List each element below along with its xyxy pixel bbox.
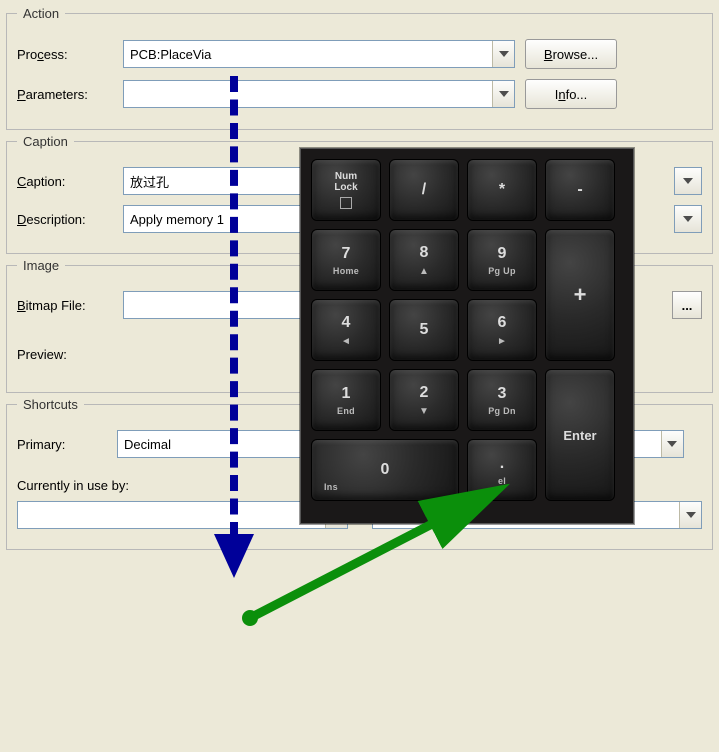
parameters-input[interactable] <box>124 81 492 107</box>
key-numlock: Num Lock <box>311 159 381 221</box>
process-label: Process: <box>17 47 123 62</box>
key-2: 2▼ <box>389 369 459 431</box>
bitmap-input[interactable] <box>124 292 312 318</box>
key-plus: + <box>545 229 615 361</box>
parameters-label: Parameters: <box>17 87 123 102</box>
key-8: 8▲ <box>389 229 459 291</box>
primary-combo[interactable] <box>117 430 329 458</box>
key-7: 7Home <box>311 229 381 291</box>
primary-label: Primary: <box>17 437 117 452</box>
caption-label: Caption: <box>17 174 123 189</box>
key-5: 5 <box>389 299 459 361</box>
shortcuts-legend: Shortcuts <box>17 397 84 412</box>
chevron-down-icon[interactable] <box>675 168 701 194</box>
key-9: 9Pg Up <box>467 229 537 291</box>
bitmap-browse-button[interactable]: ... <box>672 291 702 319</box>
caption-legend: Caption <box>17 134 74 149</box>
inuse1-input[interactable] <box>18 502 325 528</box>
key-slash: / <box>389 159 459 221</box>
parameters-combo[interactable] <box>123 80 515 108</box>
key-dot: .el <box>467 439 537 501</box>
description-input[interactable] <box>124 206 312 232</box>
keypad-image: Num Lock / * - 7Home 8▲ 9Pg Up 4◄ 5 6► +… <box>300 148 634 524</box>
bitmap-label: Bitmap File: <box>17 298 123 313</box>
key-6: 6► <box>467 299 537 361</box>
key-enter: Enter <box>545 369 615 501</box>
key-minus: - <box>545 159 615 221</box>
caption-extra-dropdown[interactable] <box>674 167 702 195</box>
description-label: Description: <box>17 212 123 227</box>
caption-input[interactable] <box>124 168 312 194</box>
primary-input[interactable] <box>118 431 306 457</box>
chevron-down-icon[interactable] <box>661 431 683 457</box>
description-extra-dropdown[interactable] <box>674 205 702 233</box>
chevron-down-icon[interactable] <box>679 502 701 528</box>
process-combo[interactable] <box>123 40 515 68</box>
browse-button[interactable]: Browse... <box>525 39 617 69</box>
caption-field[interactable] <box>123 167 313 195</box>
info-button[interactable]: Info... <box>525 79 617 109</box>
key-0: 0Ins <box>311 439 459 501</box>
chevron-down-icon[interactable] <box>675 206 701 232</box>
action-group: Action Process: Browse... Parameters: In… <box>6 6 713 130</box>
key-4: 4◄ <box>311 299 381 361</box>
preview-label: Preview: <box>17 347 123 362</box>
image-legend: Image <box>17 258 65 273</box>
inuse1-combo[interactable] <box>17 501 348 529</box>
action-legend: Action <box>17 6 65 21</box>
description-field[interactable] <box>123 205 313 233</box>
key-star: * <box>467 159 537 221</box>
bitmap-field[interactable] <box>123 291 313 319</box>
key-3: 3Pg Dn <box>467 369 537 431</box>
inuse1-label: Currently in use by: <box>17 478 129 493</box>
chevron-down-icon[interactable] <box>492 41 514 67</box>
chevron-down-icon[interactable] <box>492 81 514 107</box>
key-1: 1End <box>311 369 381 431</box>
process-input[interactable] <box>124 41 492 67</box>
